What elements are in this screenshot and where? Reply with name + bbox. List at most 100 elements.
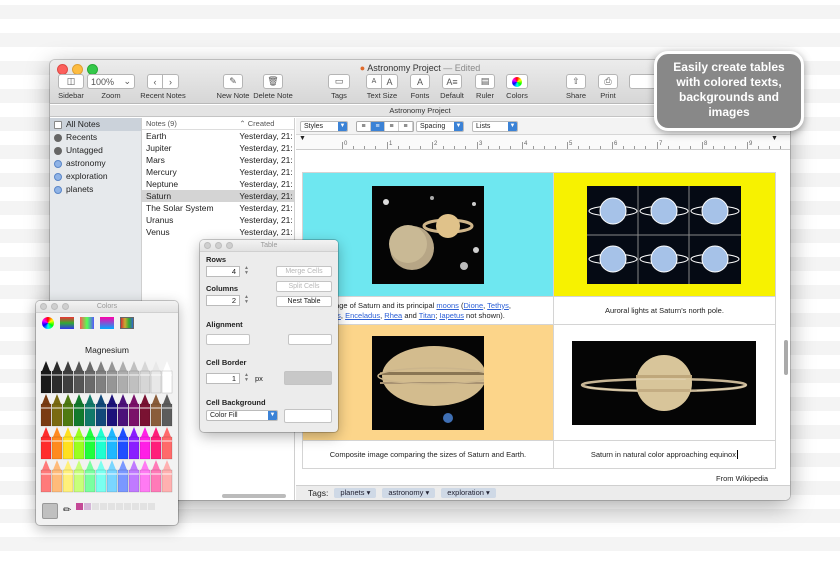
table-cell-image-saturn-moons[interactable] (302, 172, 554, 297)
crayon[interactable] (40, 361, 52, 394)
columns-stepper[interactable]: ▲ ▼ (243, 295, 250, 306)
saved-color[interactable] (76, 503, 83, 510)
document-table[interactable]: tage of Saturn and its principal moons (… (302, 172, 777, 469)
crayon[interactable] (161, 394, 173, 427)
minimize-panel-button[interactable] (51, 303, 58, 310)
crayon-box[interactable] (39, 361, 175, 495)
sidebar-item-planets[interactable]: planets (50, 183, 141, 196)
background-mode-select[interactable]: Color Fill ▼ (206, 410, 278, 421)
search-field[interactable] (629, 74, 657, 89)
nest-table-button[interactable]: Nest Table (276, 296, 332, 307)
crayon[interactable] (95, 394, 107, 427)
saved-color[interactable] (132, 503, 139, 510)
zoom-panel-button[interactable] (226, 242, 233, 249)
styles-select[interactable]: Styles ▼ (300, 121, 348, 132)
edited-indicator[interactable]: — Edited (443, 63, 480, 73)
crayon[interactable] (40, 394, 52, 427)
crayon[interactable] (117, 361, 129, 394)
image-palettes-icon[interactable] (100, 317, 114, 329)
crayon[interactable] (150, 394, 162, 427)
font-icon[interactable]: A (410, 74, 430, 89)
fonts-toolbar-item[interactable]: A Fonts (406, 74, 434, 100)
crayon[interactable] (117, 460, 129, 493)
crayon[interactable] (150, 361, 162, 394)
sidebar-item-astronomy[interactable]: astronomy (50, 157, 141, 170)
recent-notes-toolbar-item[interactable]: ‹ › Recent Notes (140, 74, 186, 100)
crayon[interactable] (84, 394, 96, 427)
rows-stepper[interactable]: ▲ ▼ (243, 266, 250, 277)
saved-color[interactable] (148, 503, 155, 510)
ruler[interactable]: ▼ ▼ 012345678910 (296, 135, 790, 150)
close-panel-button[interactable] (40, 303, 47, 310)
crayon[interactable] (62, 394, 74, 427)
border-width-stepper[interactable]: ▲ ▼ (243, 373, 250, 384)
caption-saturn-aurora[interactable]: Auroral lights at Saturn's north pole. (552, 296, 777, 325)
list-item-selected[interactable]: Saturn Yesterday, 21: (142, 190, 294, 202)
saved-color[interactable] (92, 503, 99, 510)
saved-colors-well[interactable] (76, 503, 160, 510)
crayon[interactable] (106, 361, 118, 394)
crayon[interactable] (84, 427, 96, 460)
crayon[interactable] (106, 394, 118, 427)
zoom-select[interactable]: 100% ⌄ (87, 74, 135, 89)
merge-cells-button[interactable]: Merge Cells (276, 266, 332, 277)
alignment-segmented-control[interactable]: ≡ ≡ ≡ ≡ (356, 121, 414, 132)
colors-toolbar-item[interactable]: Colors (502, 74, 532, 100)
document-scrollbar[interactable] (784, 340, 788, 375)
print-toolbar-item[interactable]: ⎙ Print (594, 74, 622, 100)
crayon[interactable] (51, 427, 63, 460)
eyedropper-icon[interactable]: ✏ (63, 505, 71, 516)
spacing-select[interactable]: Spacing ▼ (416, 121, 464, 132)
table-cell-image-saturn-earth[interactable] (302, 324, 554, 441)
rhea-link[interactable]: Rhea (384, 311, 402, 320)
notes-header-name[interactable]: Notes (9) (142, 118, 236, 129)
new-note-toolbar-item[interactable]: ✎ New Note (216, 74, 250, 100)
border-color-well[interactable] (284, 371, 332, 385)
crayons-icon[interactable] (120, 317, 134, 329)
zoom-toolbar-item[interactable]: 100% ⌄ Zoom (86, 74, 136, 100)
crayon[interactable] (150, 427, 162, 460)
ruler-icon[interactable]: ▤ (475, 74, 495, 89)
crayon[interactable] (73, 460, 85, 493)
notes-header-created[interactable]: ⌃ Created (236, 118, 294, 129)
crayon[interactable] (62, 361, 74, 394)
tag-pill-astronomy[interactable]: astronomy ▾ (382, 488, 436, 498)
crayon[interactable] (51, 361, 63, 394)
sidebar-item-all-notes[interactable]: All Notes (50, 118, 141, 131)
crayon[interactable] (106, 460, 118, 493)
zoom-panel-button[interactable] (62, 303, 69, 310)
saved-color[interactable] (116, 503, 123, 510)
list-item[interactable]: The Solar System Yesterday, 21: (142, 202, 294, 214)
crayon[interactable] (95, 361, 107, 394)
vertical-alignment-control[interactable] (288, 334, 332, 345)
compose-icon[interactable]: ✎ (223, 74, 243, 89)
crayon[interactable] (128, 394, 140, 427)
sidebar-item-exploration[interactable]: exploration (50, 170, 141, 183)
caption-saturn-earth[interactable]: Composite image comparing the sizes of S… (302, 440, 554, 469)
crayon[interactable] (139, 460, 151, 493)
background-color-well[interactable] (284, 409, 332, 423)
default-style-icon[interactable]: A≡ (442, 74, 462, 89)
tag-pill-exploration[interactable]: exploration ▾ (441, 488, 496, 498)
crayon[interactable] (117, 394, 129, 427)
default-toolbar-item[interactable]: A≡ Default (437, 74, 467, 100)
crayon[interactable] (139, 394, 151, 427)
iapetus-link[interactable]: Iapetus (439, 311, 464, 320)
crayon[interactable] (106, 427, 118, 460)
tethys-link[interactable]: Tethys (487, 301, 509, 310)
color-sliders-icon[interactable] (60, 317, 74, 329)
crayon[interactable] (117, 427, 129, 460)
minimize-panel-button[interactable] (215, 242, 222, 249)
list-item[interactable]: Uranus Yesterday, 21: (142, 214, 294, 226)
crayon[interactable] (139, 427, 151, 460)
table-cell-image-saturn-aurora[interactable] (552, 172, 777, 297)
list-item[interactable]: Jupiter Yesterday, 21: (142, 142, 294, 154)
current-color-swatch[interactable] (42, 503, 58, 519)
moons-link[interactable]: moons (436, 301, 459, 310)
align-left-icon[interactable]: ≡ (357, 122, 371, 131)
sidebar-item-untagged[interactable]: Untagged (50, 144, 141, 157)
sidebar-icon[interactable]: ◫ (58, 74, 84, 89)
crayon[interactable] (51, 394, 63, 427)
share-toolbar-item[interactable]: ⇧ Share (562, 74, 590, 100)
rows-field[interactable]: 4 (206, 266, 240, 277)
